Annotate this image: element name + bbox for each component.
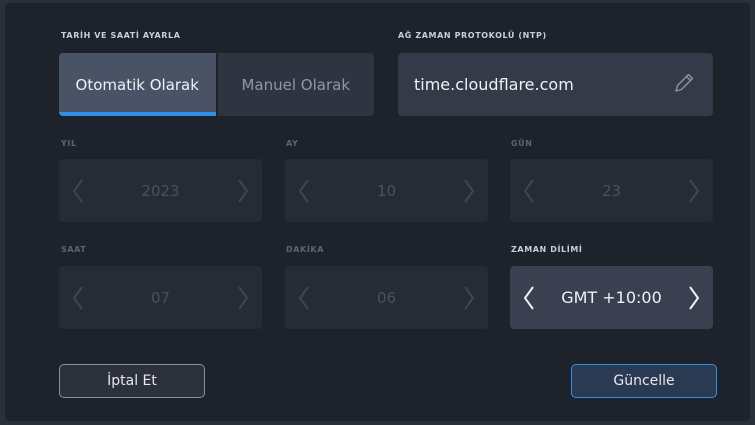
- hour-value: 07: [150, 288, 171, 307]
- hour-stepper: 07: [59, 266, 262, 329]
- pencil-icon[interactable]: [671, 70, 697, 100]
- mode-segmented-control: Otomatik Olarak Manuel Olarak: [59, 53, 374, 116]
- month-value: 10: [376, 181, 397, 200]
- day-value: 23: [601, 181, 622, 200]
- year-value: 2023: [141, 181, 180, 200]
- hour-label: SAAT: [61, 245, 87, 254]
- minute-stepper: 06: [285, 266, 488, 329]
- month-stepper: 10: [285, 159, 488, 222]
- timezone-stepper: GMT +10:00: [510, 266, 713, 329]
- year-stepper: 2023: [59, 159, 262, 222]
- date-time-section-label: TARİH VE SAATİ AYARLA: [61, 31, 181, 40]
- ntp-server-value: time.cloudflare.com: [414, 75, 574, 94]
- chevron-left-icon: [522, 178, 536, 204]
- chevron-left-icon: [297, 285, 311, 311]
- year-label: YIL: [61, 139, 77, 148]
- minute-value: 06: [376, 288, 397, 307]
- timezone-prev-button[interactable]: [522, 285, 536, 311]
- cancel-button[interactable]: İptal Et: [59, 364, 205, 398]
- chevron-right-icon: [236, 178, 250, 204]
- chevron-right-icon: [462, 178, 476, 204]
- day-stepper: 23: [510, 159, 713, 222]
- update-button[interactable]: Güncelle: [571, 364, 717, 398]
- chevron-left-icon: [297, 178, 311, 204]
- chevron-right-icon: [236, 285, 250, 311]
- chevron-right-icon: [687, 178, 701, 204]
- day-label: GÜN: [511, 139, 533, 148]
- minute-label: DAKİKA: [286, 245, 324, 254]
- timezone-value: GMT +10:00: [561, 288, 662, 307]
- chevron-left-icon: [71, 178, 85, 204]
- timezone-next-button[interactable]: [687, 285, 701, 311]
- chevron-left-icon: [71, 285, 85, 311]
- mode-manual-button[interactable]: Manuel Olarak: [218, 53, 375, 116]
- chevron-right-icon: [462, 285, 476, 311]
- ntp-server-field[interactable]: time.cloudflare.com: [398, 53, 713, 116]
- month-label: AY: [286, 139, 299, 148]
- timezone-label: ZAMAN DİLİMİ: [511, 245, 583, 254]
- ntp-section-label: AĞ ZAMAN PROTOKOLÜ (NTP): [398, 31, 547, 40]
- mode-automatic-button[interactable]: Otomatik Olarak: [59, 53, 216, 116]
